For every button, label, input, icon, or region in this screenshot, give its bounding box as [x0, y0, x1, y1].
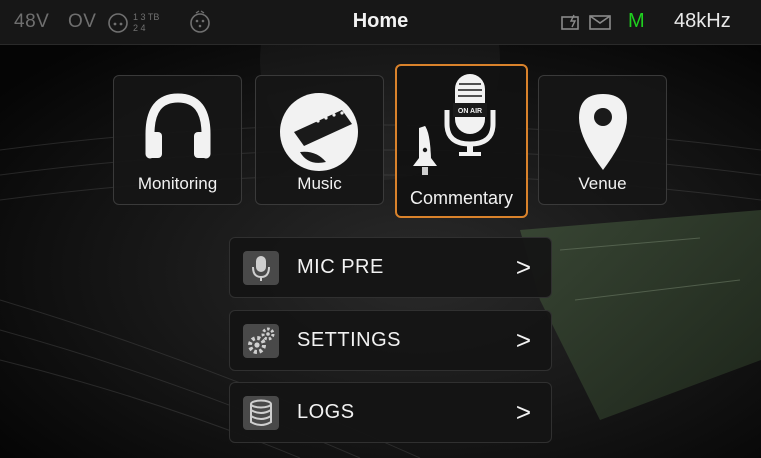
scene-label: Monitoring: [137, 174, 218, 193]
on-air-microphone-icon: ON AIR: [413, 74, 496, 175]
scene-tile-venue[interactable]: Venue: [538, 75, 667, 205]
gears-icon: [243, 324, 279, 358]
guitar-icon: [280, 93, 358, 171]
scene-tile-commentary[interactable]: ON AIR Commentary: [395, 64, 528, 218]
menu-label: LOGS: [297, 401, 355, 423]
location-pin-icon: [579, 94, 627, 170]
menu-label: SETTINGS: [297, 329, 402, 351]
sample-rate: 48kHz: [674, 10, 731, 32]
scene-tile-music[interactable]: Music: [255, 75, 384, 205]
database-icon: [243, 396, 279, 430]
mail-icon: [589, 15, 611, 35]
scene-label: Music: [297, 174, 342, 193]
on-air-badge: ON AIR: [458, 108, 482, 115]
menu-label: MIC PRE: [297, 256, 384, 278]
chevron-right-icon: >: [515, 397, 531, 427]
menu-item-logs[interactable]: LOGS >: [229, 382, 552, 443]
scene-label: Venue: [578, 174, 627, 193]
scene-tile-monitoring[interactable]: Monitoring: [113, 75, 242, 205]
headset-icon: [107, 12, 129, 39]
channel-map: 1 3 TB 2 4: [133, 12, 159, 34]
scene-label: Commentary: [409, 188, 514, 208]
overload-indicator: OV: [68, 11, 97, 32]
rocket-icon: [413, 126, 437, 175]
channel-map-top: 1 3 TB: [133, 12, 160, 22]
channel-map-bottom: 2 4: [133, 23, 146, 33]
chevron-right-icon: >: [515, 325, 531, 355]
phantom-power-indicator: 48V: [14, 11, 50, 32]
headphones-icon: [145, 93, 211, 159]
monitor-indicator: M: [628, 10, 645, 32]
microphone-icon: [243, 251, 279, 285]
xlr-connector-icon: [188, 10, 212, 39]
status-bar: 48V OV 1 3 TB 2 4 Home M 48kHz: [0, 0, 761, 45]
network-icon: [561, 14, 581, 36]
home-screen: 48V OV 1 3 TB 2 4 Home M 48kHz Monitorin…: [0, 0, 761, 458]
menu-item-settings[interactable]: SETTINGS >: [229, 310, 552, 371]
menu-item-mic-pre[interactable]: MIC PRE >: [229, 237, 552, 298]
chevron-right-icon: >: [515, 252, 531, 282]
